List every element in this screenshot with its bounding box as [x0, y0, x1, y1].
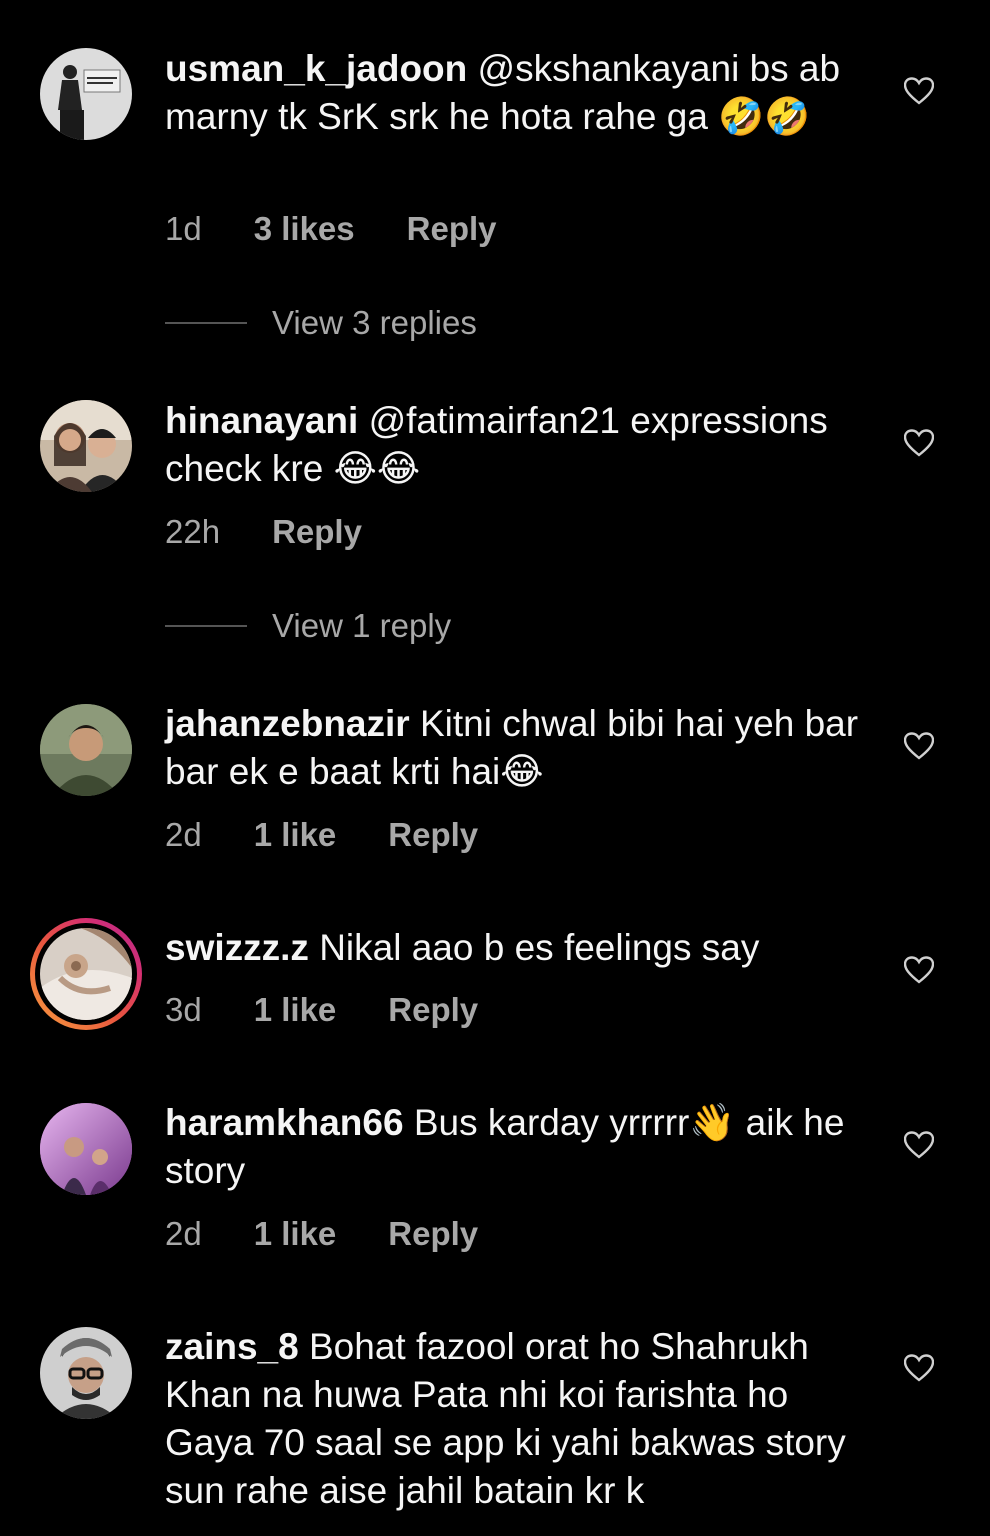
comment-text: hinanayani @fatimairfan21 expressions ch…: [165, 397, 875, 493]
heart-icon[interactable]: [904, 429, 934, 457]
reply-button[interactable]: Reply: [272, 513, 362, 551]
view-replies-label: View 3 replies: [272, 304, 477, 341]
heart-icon[interactable]: [904, 732, 934, 760]
avatar[interactable]: [40, 48, 132, 140]
heart-icon[interactable]: [904, 1131, 934, 1159]
comment-text: swizzz.z Nikal aao b es feelings say: [165, 924, 875, 972]
comment-username[interactable]: haramkhan66: [165, 1102, 404, 1143]
comment-likes[interactable]: 1 like: [254, 1215, 337, 1253]
comment-username[interactable]: hinanayani: [165, 400, 358, 441]
comment-username[interactable]: zains_8: [165, 1326, 299, 1367]
comment-time: 22h: [165, 513, 221, 550]
avatar[interactable]: [40, 704, 132, 796]
comment-likes[interactable]: 1 like: [254, 816, 337, 854]
replies-divider: [165, 322, 247, 324]
comment-text: usman_k_jadoon @skshankayani bs ab marny…: [165, 45, 875, 141]
avatar: [40, 928, 132, 1020]
avatar[interactable]: [40, 1103, 132, 1195]
heart-icon[interactable]: [904, 1354, 934, 1382]
comment-time: 1d: [165, 210, 202, 247]
comment-meta: 1d 3 likes Reply: [165, 210, 497, 248]
reply-button[interactable]: Reply: [388, 1215, 478, 1253]
comment-content: Nikal aao b es feelings say: [319, 927, 760, 968]
reply-button[interactable]: Reply: [388, 991, 478, 1029]
replies-divider: [165, 625, 247, 627]
comment-username[interactable]: swizzz.z: [165, 927, 309, 968]
comment-meta: 2d 1 like Reply: [165, 1215, 478, 1253]
comment-text: haramkhan66 Bus karday yrrrrr👋 aik he st…: [165, 1099, 875, 1195]
reply-button[interactable]: Reply: [407, 210, 497, 248]
avatar[interactable]: [40, 400, 132, 492]
heart-icon[interactable]: [904, 956, 934, 984]
comment-meta: 22h Reply: [165, 513, 362, 551]
reply-button[interactable]: Reply: [388, 816, 478, 854]
avatar-ring: [35, 923, 137, 1025]
comment-text: zains_8 Bohat fazool orat ho Shahrukh Kh…: [165, 1323, 875, 1515]
comment-likes[interactable]: 1 like: [254, 991, 337, 1029]
comment-time: 3d: [165, 991, 202, 1028]
comment-likes[interactable]: 3 likes: [254, 210, 355, 248]
avatar[interactable]: [40, 1327, 132, 1419]
heart-icon[interactable]: [904, 77, 934, 105]
comment-meta: 3d 1 like Reply: [165, 991, 478, 1029]
comment-username[interactable]: jahanzebnazir: [165, 703, 410, 744]
comment-time: 2d: [165, 1215, 202, 1252]
view-replies-button[interactable]: View 3 replies: [165, 304, 477, 342]
comment-time: 2d: [165, 816, 202, 853]
view-replies-button[interactable]: View 1 reply: [165, 607, 451, 645]
avatar-story-ring[interactable]: [30, 918, 142, 1030]
comment-meta: 2d 1 like Reply: [165, 816, 478, 854]
view-replies-label: View 1 reply: [272, 607, 452, 644]
comment-username[interactable]: usman_k_jadoon: [165, 48, 467, 89]
comment-text: jahanzebnazir Kitni chwal bibi hai yeh b…: [165, 700, 875, 796]
